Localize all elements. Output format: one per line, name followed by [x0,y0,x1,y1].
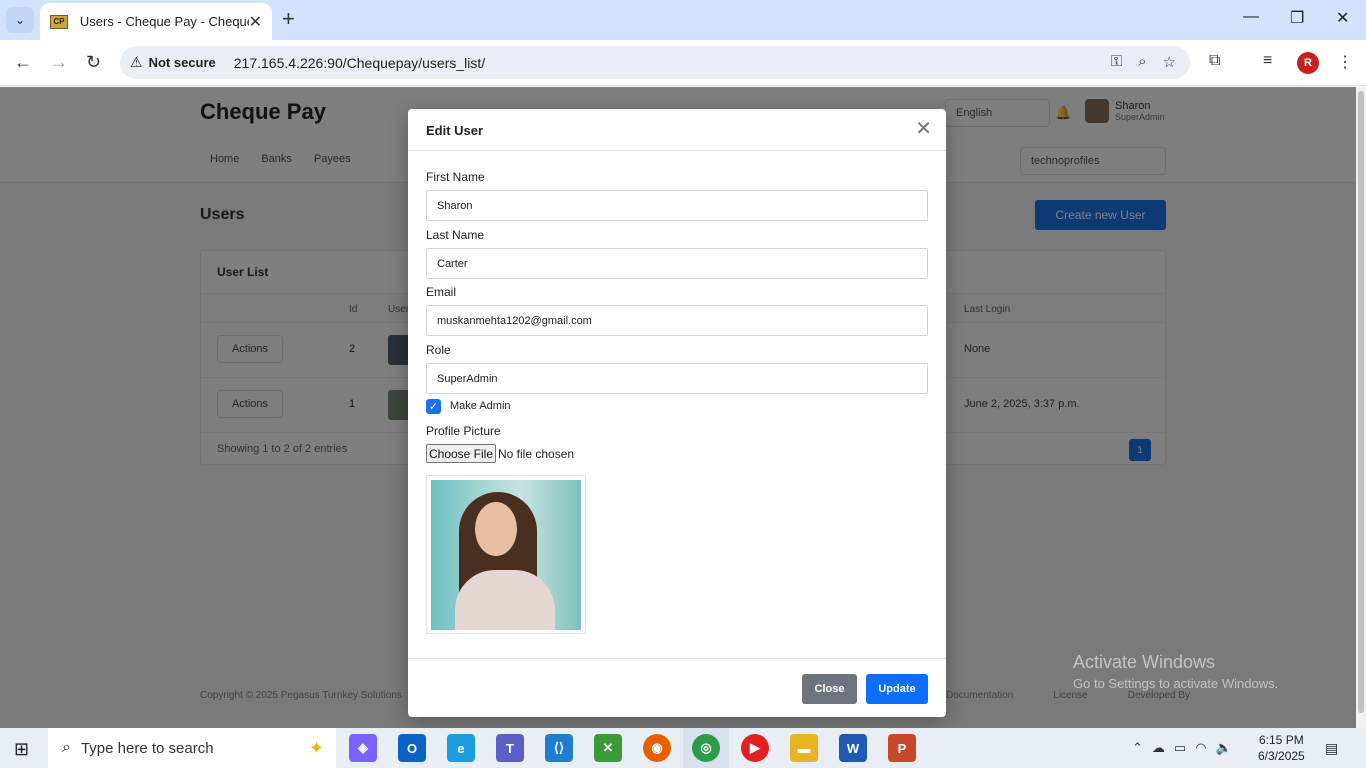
watermark-subtitle: Go to Settings to activate Windows. [1073,676,1279,691]
role-input[interactable] [426,363,928,394]
word-app-icon[interactable]: W [839,734,867,762]
watermark-title: Activate Windows [1073,652,1216,672]
profile-avatar[interactable]: R [1297,52,1319,74]
search-placeholder: Type here to search [80,739,214,757]
file-status-text: No file chosen [498,447,575,461]
notification-center-icon[interactable]: ▤ [1325,740,1338,757]
update-button[interactable]: Update [866,674,928,704]
browser-tab[interactable]: CP Users - Cheque Pay - Cheque P ✕ [40,3,272,40]
make-admin-checkbox[interactable]: ✓ [426,399,441,414]
clock-date: 6/3/2025 [1258,749,1305,763]
make-admin-label[interactable]: Make Admin [450,400,511,412]
battery-icon[interactable]: ▭ [1174,740,1186,756]
new-tab-icon[interactable]: + [282,8,295,30]
activate-windows-watermark: Activate Windows Go to Settings to activ… [1073,652,1278,691]
page-scrollbar[interactable] [1356,87,1366,728]
youtube-app-icon[interactable]: ▶ [741,734,769,762]
windows-taskbar: ⊞ ⌕ Type here to search ✦ ◈ O e T ⟨⟩ ✕ ◉… [0,728,1366,768]
modal-footer: Close Update [408,658,946,717]
site-favicon-icon: CP [50,14,68,29]
browser-menu-icon[interactable]: ⋮ [1337,52,1353,72]
system-tray: ⌃ ☁ ▭ ◠ 🔈 [1132,740,1232,756]
tray-overflow-icon[interactable]: ⌃ [1132,740,1143,756]
tab-close-icon[interactable]: ✕ [249,12,262,32]
email-input[interactable] [426,305,928,336]
first-name-label: First Name [426,170,485,184]
minimize-icon[interactable]: — [1243,8,1259,26]
profile-photo [431,480,581,630]
tab-title: Users - Cheque Pay - Cheque P [79,14,249,29]
powerpoint-app-icon[interactable]: P [888,734,916,762]
windows-start-icon[interactable]: ⊞ [14,739,29,760]
profile-picture-preview [426,475,586,634]
search-icon: ⌕ [62,739,71,756]
reload-icon[interactable]: ↻ [86,52,101,73]
modal-header: Edit User ✕ [408,109,946,151]
window-close-icon[interactable]: ✕ [1336,8,1349,28]
volume-icon[interactable]: 🔈 [1216,740,1232,756]
vscode-app-icon[interactable]: ⟨⟩ [545,734,573,762]
chrome-app-icon[interactable]: ◎ [692,734,720,762]
browser-tabbar: ⌄ CP Users - Cheque Pay - Cheque P ✕ + —… [0,0,1366,40]
clock-time: 6:15 PM [1259,733,1304,747]
scrollbar-thumb[interactable] [1358,91,1364,713]
profile-picture-label: Profile Picture [426,424,501,438]
address-toolbar: ← → ↻ ⚠ Not secure 217.165.4.226:90/Cheq… [0,40,1366,86]
modal-close-icon[interactable]: ✕ [915,119,932,139]
zoom-icon[interactable]: ⌕ [1138,53,1146,71]
choose-file-button[interactable]: Choose File [426,444,496,463]
not-secure-label[interactable]: Not secure [149,55,216,70]
url-text[interactable]: 217.165.4.226:90/Chequepay/users_list/ [234,55,485,71]
email-label: Email [426,285,457,299]
firefox-app-icon[interactable]: ◉ [643,734,671,762]
role-label: Role [426,343,451,357]
photo-face [475,502,517,556]
extensions-icon[interactable]: ⧉ [1209,52,1220,70]
copilot-sparkle-icon[interactable]: ✦ [309,738,324,759]
teams-app-icon[interactable]: T [496,734,524,762]
xampp-app-icon[interactable]: ✕ [594,734,622,762]
outlook-app-icon[interactable]: O [398,734,426,762]
tab-search-button[interactable]: ⌄ [6,7,34,33]
close-button[interactable]: Close [802,674,857,704]
omnibox[interactable]: ⚠ Not secure 217.165.4.226:90/Chequepay/… [120,46,1190,79]
copilot-app-icon[interactable]: ◈ [349,734,377,762]
modal-title: Edit User [426,123,484,138]
edge-app-icon[interactable]: e [447,734,475,762]
last-name-input[interactable] [426,248,928,279]
taskbar-search[interactable]: ⌕ Type here to search ✦ [48,728,336,768]
password-key-icon[interactable]: ⚿ [1111,53,1122,71]
taskbar-clock[interactable]: 6:15 PM 6/3/2025 [1258,732,1305,764]
photo-body [455,570,555,630]
back-icon[interactable]: ← [14,52,32,73]
last-name-label: Last Name [426,228,485,242]
edit-user-modal: Edit User ✕ First Name Last Name Email R… [408,109,946,717]
onedrive-icon[interactable]: ☁ [1152,740,1165,756]
file-explorer-app-icon[interactable]: ▬ [790,734,818,762]
restore-icon[interactable]: ❐ [1290,8,1304,28]
bookmark-star-icon[interactable]: ☆ [1163,53,1176,71]
wifi-icon[interactable]: ◠ [1195,740,1206,756]
media-controls-icon[interactable]: ≡ [1263,52,1272,70]
first-name-input[interactable] [426,190,928,221]
warning-icon[interactable]: ⚠ [130,54,143,71]
forward-icon[interactable]: → [50,52,68,73]
